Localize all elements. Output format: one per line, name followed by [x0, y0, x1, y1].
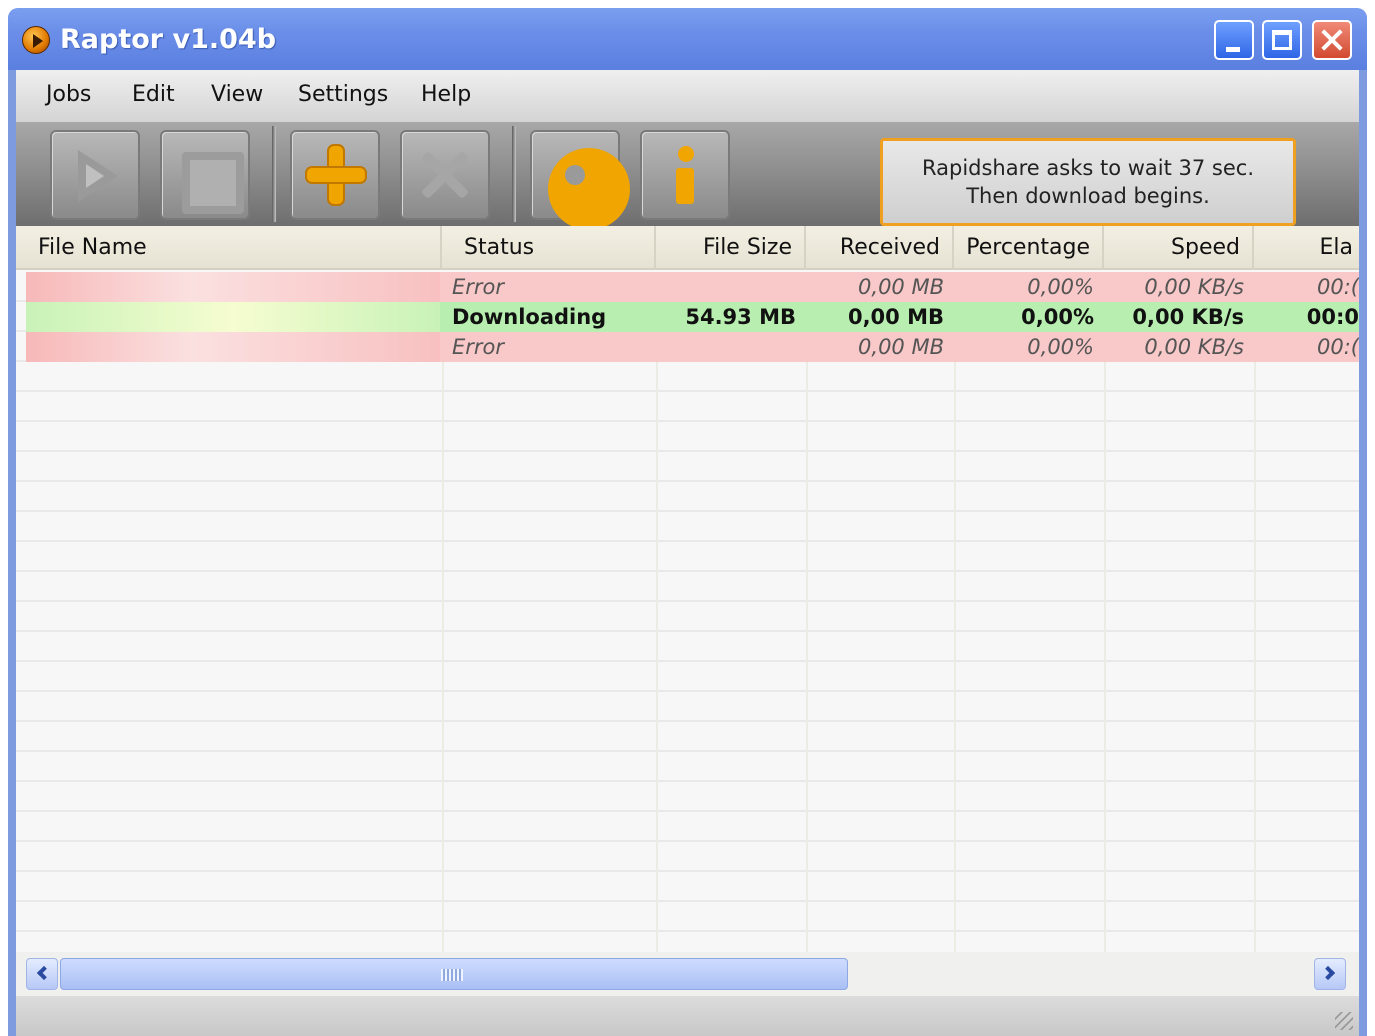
- menu-edit[interactable]: Edit: [132, 82, 175, 107]
- file-name-cell: [26, 332, 440, 362]
- toolbar-separator: [512, 126, 516, 222]
- info-button[interactable]: [640, 130, 730, 220]
- column-divider: [954, 272, 956, 952]
- elapsed-cell: 00:0: [1306, 305, 1359, 329]
- percentage-cell: 0,00%: [1027, 335, 1094, 359]
- add-job-button[interactable]: [290, 130, 380, 220]
- scroll-left-button[interactable]: [26, 958, 58, 990]
- remove-job-button[interactable]: [400, 130, 490, 220]
- job-list[interactable]: File Name Status File Size Received Perc…: [16, 226, 1359, 952]
- percentage-cell: 0,00%: [1021, 305, 1094, 329]
- percentage-cell: 0,00%: [1027, 275, 1094, 299]
- chevron-left-icon: [36, 965, 52, 981]
- status-cell: Error: [452, 335, 505, 359]
- elapsed-cell: 00:(: [1317, 335, 1359, 359]
- column-divider: [1104, 272, 1106, 952]
- toolbar-separator: [272, 126, 276, 222]
- list-body: Error 0,00 MB 0,00% 0,00 KB/s 00:( Downl…: [16, 272, 1359, 952]
- notice-line-2: Then download begins.: [966, 184, 1210, 208]
- title-bar[interactable]: Raptor v1.04b: [8, 8, 1367, 70]
- list-header: File Name Status File Size Received Perc…: [16, 226, 1359, 270]
- table-row[interactable]: Error 0,00 MB 0,00% 0,00 KB/s 00:(: [26, 272, 1359, 302]
- file-size-cell: [656, 332, 806, 362]
- minimize-icon: [1226, 47, 1240, 52]
- menu-help[interactable]: Help: [421, 82, 471, 107]
- elapsed-cell: 00:(: [1317, 275, 1359, 299]
- chevron-right-icon: [1320, 965, 1336, 981]
- start-button[interactable]: [50, 130, 140, 220]
- column-header-file-size[interactable]: File Size: [656, 226, 806, 270]
- column-divider: [806, 272, 808, 952]
- column-header-status[interactable]: Status: [442, 226, 656, 270]
- menu-jobs[interactable]: Jobs: [46, 82, 91, 107]
- column-header-file-name[interactable]: File Name: [16, 226, 442, 270]
- file-size-cell: 54.93 MB: [685, 305, 796, 329]
- raptor-app-icon: [22, 26, 50, 54]
- status-cell: Downloading: [452, 305, 607, 329]
- file-size-cell: [656, 272, 806, 302]
- received-cell: 0,00 MB: [858, 275, 944, 299]
- close-icon: [1314, 22, 1350, 58]
- maximize-icon: [1272, 30, 1292, 50]
- wait-notice-panel: Rapidshare asks to wait 37 sec. Then dow…: [880, 138, 1296, 226]
- scroll-right-button[interactable]: [1314, 958, 1346, 990]
- settings-gear-icon: [532, 132, 630, 230]
- column-divider: [656, 272, 658, 952]
- status-cell: Error: [452, 275, 505, 299]
- scroll-thumb[interactable]: [60, 958, 848, 990]
- grip-icon: [441, 969, 463, 981]
- column-header-speed[interactable]: Speed: [1104, 226, 1254, 270]
- settings-button[interactable]: [530, 130, 630, 230]
- minimize-button[interactable]: [1214, 20, 1254, 60]
- resize-grip-icon[interactable]: [1335, 1012, 1353, 1030]
- speed-cell: 0,00 KB/s: [1144, 335, 1244, 359]
- status-bar: [16, 996, 1359, 1036]
- received-cell: 0,00 MB: [858, 335, 944, 359]
- menu-bar: Jobs Edit View Settings Help: [16, 70, 1359, 122]
- app-window: Raptor v1.04b Jobs Edit View Settings He…: [8, 8, 1367, 1036]
- file-name-cell: [26, 302, 440, 332]
- column-divider: [442, 272, 444, 952]
- speed-cell: 0,00 KB/s: [1132, 305, 1244, 329]
- stop-button[interactable]: [160, 130, 250, 220]
- table-row[interactable]: Downloading 54.93 MB 0,00 MB 0,00% 0,00 …: [26, 302, 1359, 332]
- toolbar: Rapidshare asks to wait 37 sec. Then dow…: [16, 122, 1359, 230]
- menu-settings[interactable]: Settings: [298, 82, 388, 107]
- column-divider: [1254, 272, 1256, 952]
- table-row[interactable]: Error 0,00 MB 0,00% 0,00 KB/s 00:(: [26, 332, 1359, 362]
- info-icon: [642, 132, 728, 218]
- stop-icon: [162, 132, 248, 218]
- notice-line-1: Rapidshare asks to wait 37 sec.: [922, 156, 1254, 180]
- add-icon: [292, 132, 378, 218]
- window-title: Raptor v1.04b: [60, 24, 277, 55]
- column-header-elapsed[interactable]: Ela: [1254, 226, 1359, 270]
- received-cell: 0,00 MB: [847, 305, 944, 329]
- close-button[interactable]: [1312, 20, 1352, 60]
- column-header-received[interactable]: Received: [806, 226, 954, 270]
- speed-cell: 0,00 KB/s: [1144, 275, 1244, 299]
- column-header-percentage[interactable]: Percentage: [954, 226, 1104, 270]
- menu-view[interactable]: View: [211, 82, 263, 107]
- maximize-button[interactable]: [1262, 20, 1302, 60]
- file-name-cell: [26, 272, 440, 302]
- play-icon: [52, 132, 138, 218]
- horizontal-scrollbar[interactable]: [16, 952, 1359, 996]
- remove-icon: [402, 132, 488, 218]
